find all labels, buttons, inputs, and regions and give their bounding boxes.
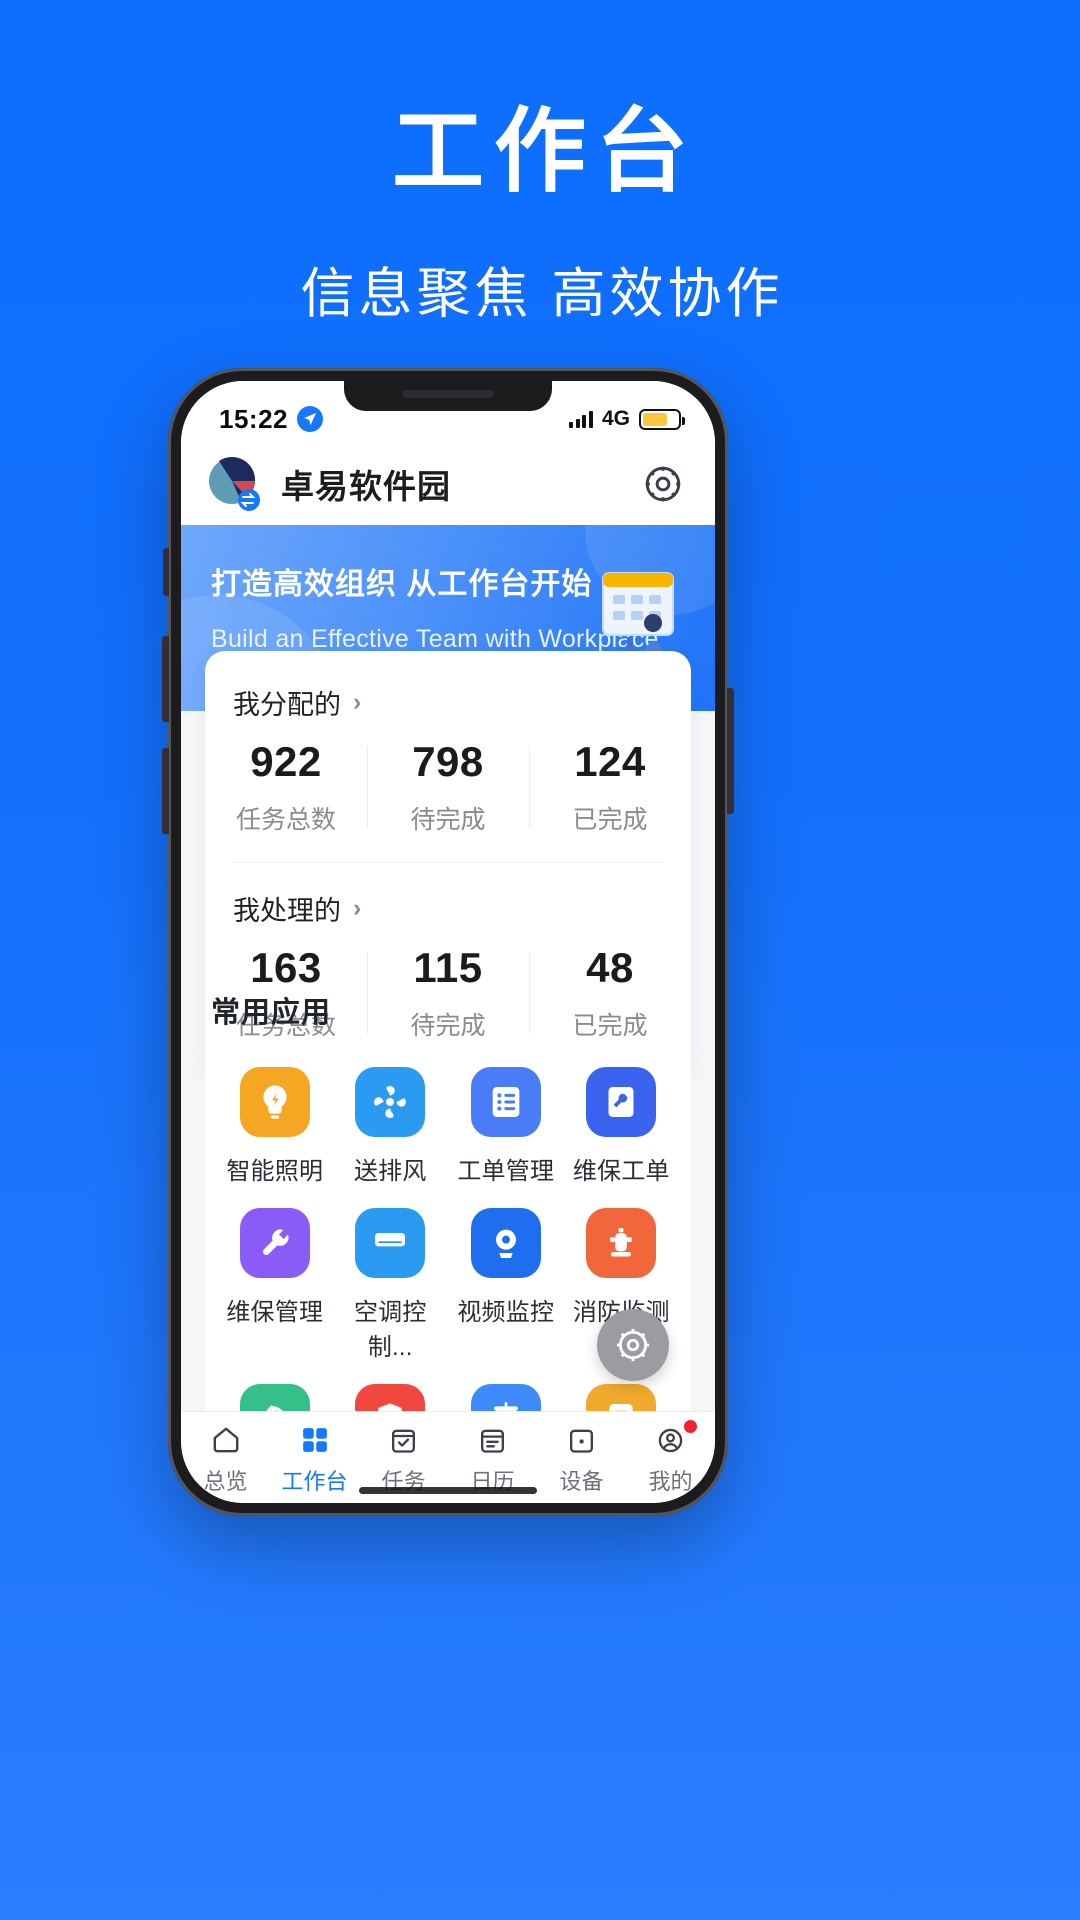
home-icon	[181, 1421, 270, 1459]
tab-label: 总览	[203, 1469, 248, 1494]
app-label: 送排风	[353, 1158, 427, 1185]
power-button[interactable]	[727, 688, 734, 814]
stat-cell[interactable]: 48 已完成	[529, 944, 691, 1042]
app-label: 维保管理	[226, 1299, 324, 1326]
phone-screen: 15:22 4G 卓易软件园 打造高效组织 从工作台开始 Build an Ef…	[181, 381, 715, 1503]
stat-cell[interactable]: 124 已完成	[529, 738, 691, 836]
section-title-apps: 常用应用	[211, 997, 332, 1029]
calendar-icon	[448, 1421, 537, 1459]
tab-label: 设备	[559, 1469, 604, 1494]
stats-group-header-handled[interactable]: 我处理的 ›	[205, 863, 691, 934]
stat-value: 124	[574, 738, 646, 785]
home-indicator[interactable]	[359, 1487, 537, 1494]
stat-value: 115	[413, 944, 483, 991]
gear-icon[interactable]	[641, 462, 685, 506]
task-check-icon	[359, 1421, 448, 1459]
stat-cell[interactable]: 922 任务总数	[205, 738, 367, 836]
bottom-tab-bar: 总览 工作台 任务 日历 设备 我的	[181, 1411, 715, 1503]
stat-value: 48	[586, 944, 634, 991]
tab-workplace[interactable]: 工作台	[270, 1421, 359, 1496]
grid-icon	[270, 1421, 359, 1459]
stat-label: 已完成	[572, 1012, 648, 1040]
notification-badge	[683, 1420, 697, 1433]
stat-cell[interactable]: 115 待完成	[367, 944, 529, 1042]
main-content: 我分配的 › 922 任务总数 798 待完成 124 已完成 我处理的 › 1…	[181, 651, 715, 1454]
phone-mockup: 15:22 4G 卓易软件园 打造高效组织 从工作台开始 Build an Ef…	[162, 368, 734, 1516]
status-time: 15:22	[219, 403, 288, 434]
device-icon	[537, 1421, 626, 1459]
stats-group-label: 我处理的	[233, 896, 341, 926]
app-tile-smart-lighting[interactable]: 智能照明	[217, 1067, 333, 1186]
app-tile-ventilation[interactable]: 送排风	[333, 1067, 449, 1186]
promo-subtitle: 信息聚焦 高效协作	[300, 263, 784, 324]
app-label: 维保工单	[572, 1158, 670, 1185]
tab-calendar[interactable]: 日历	[448, 1421, 537, 1496]
app-tile-hvac-control[interactable]: 空调控制...	[333, 1208, 449, 1362]
app-label: 智能照明	[226, 1158, 324, 1185]
network-type-label: 4G	[601, 407, 630, 430]
company-logo-icon	[207, 456, 263, 512]
chevron-right-icon: ›	[353, 688, 362, 716]
signal-bars-icon	[569, 410, 593, 428]
tab-tasks[interactable]: 任务	[359, 1421, 448, 1496]
brand-name: 卓易软件园	[281, 468, 451, 505]
status-right: 4G	[569, 407, 685, 431]
app-tile-maintenance-mgmt[interactable]: 维保管理	[217, 1208, 333, 1362]
fan-icon	[355, 1067, 426, 1137]
status-left: 15:22	[219, 404, 323, 435]
stats-group-label: 我分配的	[233, 690, 341, 720]
app-label: 工单管理	[457, 1158, 555, 1185]
volume-up-button[interactable]	[162, 636, 169, 722]
air-conditioner-icon	[355, 1208, 426, 1278]
apps-card: 智能照明 送排风 工单管理 维保工单 维保管理 空调控制... 视频监控	[205, 1041, 691, 1454]
app-tile-work-order[interactable]: 工单管理	[448, 1067, 564, 1186]
stat-value: 798	[412, 738, 484, 785]
wrench-icon	[239, 1208, 310, 1278]
person-icon	[626, 1421, 715, 1459]
app-tile-video-surveillance[interactable]: 视频监控	[448, 1208, 564, 1362]
stat-value: 163	[250, 944, 322, 991]
app-tile-maintenance-order[interactable]: 维保工单	[564, 1067, 680, 1186]
app-label: 空调控制...	[353, 1299, 427, 1361]
app-header: 卓易软件园	[181, 443, 715, 525]
stats-row-assigned: 922 任务总数 798 待完成 124 已完成	[205, 728, 691, 862]
stat-label: 任务总数	[235, 806, 336, 834]
stat-cell[interactable]: 798 待完成	[367, 738, 529, 836]
tab-label: 我的	[648, 1469, 693, 1494]
promo-header: 工作台 信息聚焦 高效协作	[0, 0, 1080, 328]
stat-value: 922	[250, 738, 322, 785]
app-label: 视频监控	[457, 1299, 555, 1326]
settings-gear-fab-icon[interactable]	[597, 1309, 669, 1381]
notch	[344, 381, 552, 411]
cctv-camera-icon	[470, 1208, 541, 1278]
tab-devices[interactable]: 设备	[537, 1421, 626, 1496]
brand-block: 卓易软件园	[207, 456, 451, 512]
stat-label: 已完成	[572, 806, 648, 834]
chevron-right-icon: ›	[353, 894, 362, 922]
fire-hydrant-icon	[586, 1208, 657, 1278]
list-document-icon	[470, 1067, 541, 1137]
earpiece-speaker	[402, 390, 494, 398]
tab-label: 工作台	[281, 1469, 348, 1494]
wrench-document-icon	[586, 1067, 657, 1137]
stat-label: 待完成	[410, 1012, 486, 1040]
volume-down-button[interactable]	[162, 748, 169, 834]
lightbulb-icon	[239, 1067, 310, 1137]
location-arrow-icon	[297, 406, 323, 432]
tab-profile[interactable]: 我的	[626, 1420, 715, 1496]
tab-overview[interactable]: 总览	[181, 1421, 270, 1496]
promo-title: 工作台	[391, 101, 698, 203]
stats-group-header-assigned[interactable]: 我分配的 ›	[205, 657, 691, 728]
stat-label: 待完成	[410, 806, 486, 834]
battery-icon	[639, 408, 685, 430]
